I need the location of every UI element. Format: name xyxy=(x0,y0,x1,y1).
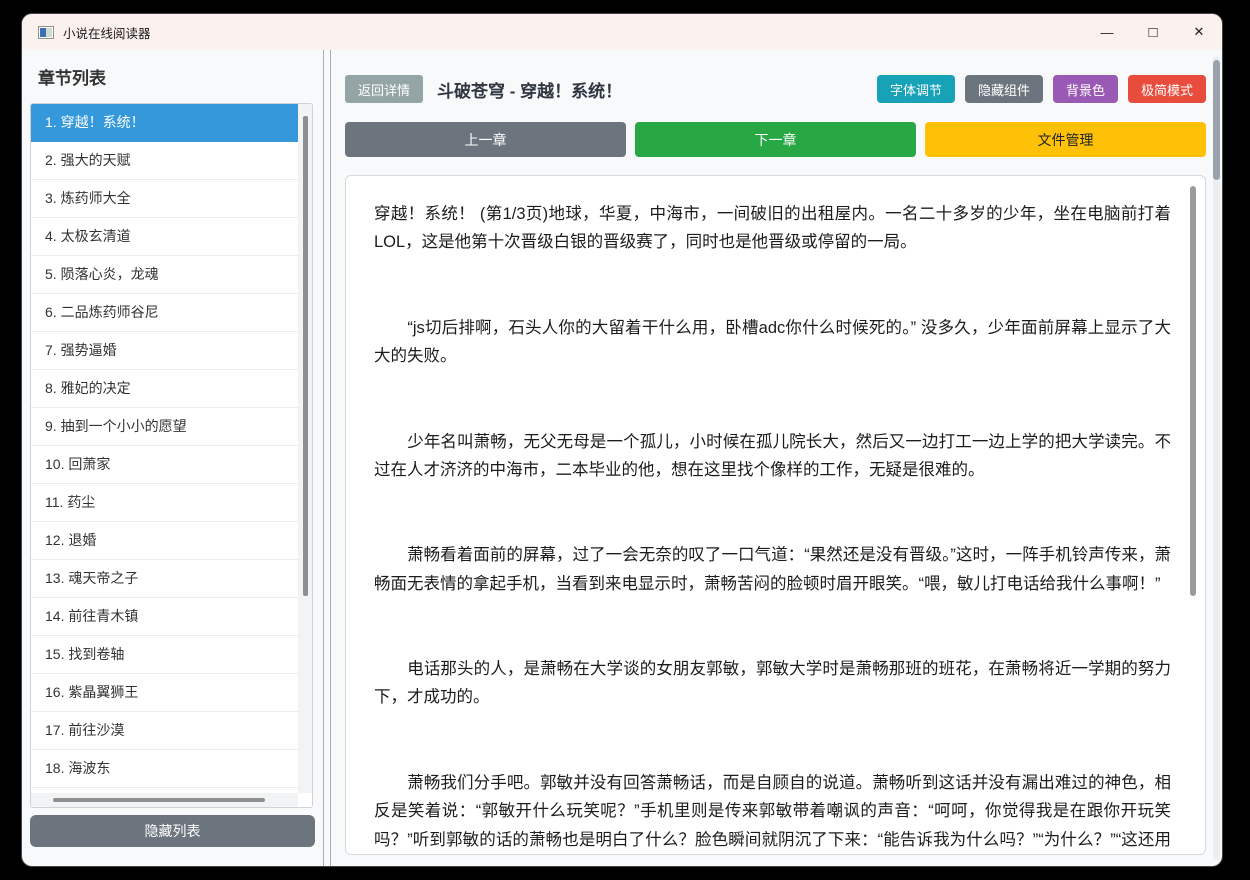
main-scroll-thumb[interactable] xyxy=(1213,60,1220,180)
main-panel: 返回详情 斗破苍穹 - 穿越！系统！ 字体调节 隐藏组件 背景色 极简模式 上一… xyxy=(331,50,1222,866)
previous-chapter-button[interactable]: 上一章 xyxy=(345,122,626,157)
chapter-item-12[interactable]: 12. 退婚 xyxy=(31,522,298,560)
titlebar: 小说在线阅读器 — □ ✕ xyxy=(22,14,1222,50)
back-to-details-button[interactable]: 返回详情 xyxy=(345,75,424,103)
paragraph: 穿越！系统！ (第1/3页)地球，华夏，中海市，一间破旧的出租屋内。一名二十多岁… xyxy=(374,205,1171,252)
chapter-item-6[interactable]: 6. 二品炼药师谷尼 xyxy=(31,294,298,332)
chapter-item-2[interactable]: 2. 强大的天赋 xyxy=(31,142,298,180)
chapter-item-8[interactable]: 8. 雅妃的决定 xyxy=(31,370,298,408)
paragraph: 萧畅我们分手吧。郭敏并没有回答萧畅话，而是自顾自的说道。萧畅听到这话并没有漏出难… xyxy=(374,773,1171,849)
book-chapter-title: 斗破苍穹 - 穿越！系统！ xyxy=(437,81,623,101)
app-icon xyxy=(38,25,54,39)
maximize-icon[interactable]: □ xyxy=(1130,14,1176,50)
chapter-listbox: 1. 穿越！系统！ 2. 强大的天赋 3. 炼药师大全 4. 太极玄清道 5. … xyxy=(30,103,313,808)
chapter-item-18[interactable]: 18. 海波东 xyxy=(31,750,298,788)
reader-toolbar: 返回详情 斗破苍穹 - 穿越！系统！ 字体调节 隐藏组件 背景色 极简模式 xyxy=(345,75,1206,103)
chapter-item-1[interactable]: 1. 穿越！系统！ xyxy=(31,104,298,142)
chapter-item-5[interactable]: 5. 陨落心炎，龙魂 xyxy=(31,256,298,294)
hide-list-button[interactable]: 隐藏列表 xyxy=(30,815,315,847)
chapter-nav-row: 上一章 下一章 文件管理 xyxy=(345,122,1206,157)
close-icon[interactable]: ✕ xyxy=(1176,14,1222,50)
chapter-item-15[interactable]: 15. 找到卷轴 xyxy=(31,636,298,674)
chapter-item-3[interactable]: 3. 炼药师大全 xyxy=(31,180,298,218)
vertical-scroll-thumb[interactable] xyxy=(303,116,308,596)
chapter-item-7[interactable]: 7. 强势逼婚 xyxy=(31,332,298,370)
window-body: 章节列表 1. 穿越！系统！ 2. 强大的天赋 3. 炼药师大全 4. 太极玄清… xyxy=(22,50,1222,866)
chapter-item-9[interactable]: 9. 抽到一个小小的愿望 xyxy=(31,408,298,446)
window-title: 小说在线阅读器 xyxy=(63,26,151,41)
chapter-item-4[interactable]: 4. 太极玄清道 xyxy=(31,218,298,256)
paragraph: 少年名叫萧畅，无父无母是一个孤儿，小时候在孤儿院长大，然后又一边打工一边上学的把… xyxy=(374,432,1171,479)
hide-components-button[interactable]: 隐藏组件 xyxy=(964,75,1043,103)
scrollbar-corner xyxy=(298,793,312,807)
paragraph: 电话那头的人，是萧畅在大学谈的女朋友郭敏，郭敏大学时是萧畅那班的班花，在萧畅将近… xyxy=(374,660,1171,707)
minimal-mode-button[interactable]: 极简模式 xyxy=(1127,75,1206,103)
main-panel-scrollbar[interactable] xyxy=(1213,56,1220,860)
file-manage-button[interactable]: 文件管理 xyxy=(925,122,1206,157)
paragraph: 萧畅看着面前的屏幕，过了一会无奈的叹了一口气道：“果然还是没有晋级。”这时，一阵… xyxy=(374,546,1171,593)
reading-area-scrollbar[interactable] xyxy=(1190,186,1196,596)
app-window: 小说在线阅读器 — □ ✕ 章节列表 1. 穿越！系统！ 2. 强大的天赋 3.… xyxy=(22,14,1222,866)
chapter-sidebar: 章节列表 1. 穿越！系统！ 2. 强大的天赋 3. 炼药师大全 4. 太极玄清… xyxy=(22,50,323,866)
chapter-rows: 1. 穿越！系统！ 2. 强大的天赋 3. 炼药师大全 4. 太极玄清道 5. … xyxy=(31,104,298,793)
chapter-item-14[interactable]: 14. 前往青木镇 xyxy=(31,598,298,636)
chapter-item-10[interactable]: 10. 回萧家 xyxy=(31,446,298,484)
minimize-icon[interactable]: — xyxy=(1084,14,1130,50)
panel-divider-left xyxy=(323,50,324,866)
window-controls: — □ ✕ xyxy=(1084,14,1222,50)
background-color-button[interactable]: 背景色 xyxy=(1052,75,1118,103)
chapter-item-13[interactable]: 13. 魂天帝之子 xyxy=(31,560,298,598)
next-chapter-button[interactable]: 下一章 xyxy=(635,122,916,157)
font-adjust-button[interactable]: 字体调节 xyxy=(876,75,955,103)
chapter-list-title: 章节列表 xyxy=(38,69,106,88)
chapter-list-vertical-scrollbar[interactable] xyxy=(298,104,312,793)
chapter-item-11[interactable]: 11. 药尘 xyxy=(31,484,298,522)
chapter-item-17[interactable]: 17. 前往沙漠 xyxy=(31,712,298,750)
reading-area[interactable]: 穿越！系统！ (第1/3页)地球，华夏，中海市，一间破旧的出租屋内。一名二十多岁… xyxy=(345,175,1206,855)
chapter-list-horizontal-scrollbar[interactable] xyxy=(31,793,298,807)
paragraph: “js切后排啊，石头人你的大留着干什么用，卧槽adc你什么时候死的。” 没多久，… xyxy=(374,318,1171,366)
horizontal-scroll-thumb[interactable] xyxy=(53,798,265,802)
chapter-item-16[interactable]: 16. 紫晶翼狮王 xyxy=(31,674,298,712)
